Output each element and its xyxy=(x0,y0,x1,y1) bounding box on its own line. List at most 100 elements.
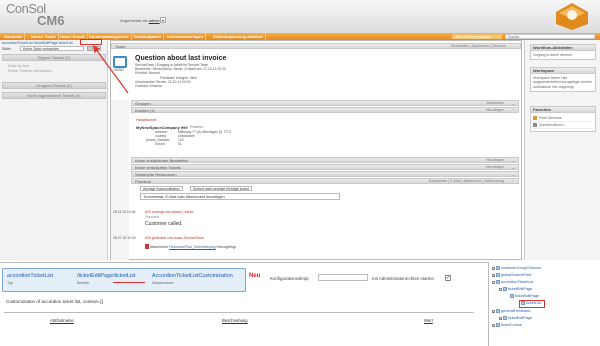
chevron-icon[interactable]: ⌃ xyxy=(512,179,515,184)
linked-tickets-bar[interactable]: Keine verknüpften Tickets Hinzufügen ⌄ xyxy=(131,164,519,170)
tree-expand-icon[interactable]: + xyxy=(492,273,495,277)
widget-icon xyxy=(496,323,500,327)
config-script-select[interactable] xyxy=(318,274,368,281)
favorite-item[interactable]: Question about t... xyxy=(533,122,593,129)
admin-start-checkbox[interactable]: ✓ xyxy=(445,275,451,281)
ticket-id: 100387 xyxy=(113,68,125,72)
unassigned-tickets-header[interactable]: Nicht zugewiesene Tickets (0) xyxy=(2,92,106,99)
chevron-icon[interactable]: ⌃ xyxy=(512,108,515,113)
tree-item[interactable]: − accordionTicketList xyxy=(492,280,533,284)
show-communication-select[interactable]: Anzeige Kommunikation xyxy=(140,186,183,191)
tree-item-label: ticketControl xyxy=(501,323,523,327)
linked-resources-title: Verknüpfte Ressourcen xyxy=(135,172,177,177)
tree-item[interactable]: + globalSearchField xyxy=(492,273,531,277)
ticket-status-icon xyxy=(113,56,127,68)
customer-sector: IA xyxy=(178,142,182,146)
protocol-entry-time: 28.07.15 10:30 xyxy=(113,236,136,240)
customization-class-label: Klassenname xyxy=(152,281,174,285)
add-comment-input[interactable]: Kommentar, E-Mail oder Attachment hinzuf… xyxy=(140,193,340,200)
protocol-bar[interactable]: Protokoll Kommentar | E-Mail | Attachmen… xyxy=(131,178,519,184)
breadcrumb-item[interactable]: ticketList xyxy=(59,41,73,45)
attachment-label: Attachment xyxy=(150,245,169,249)
app-header xyxy=(0,0,600,33)
widget-icon xyxy=(496,309,500,313)
tree-item-label: ticketEditPage xyxy=(515,294,540,298)
customers-section-bar[interactable]: Kunden (1) Hinzufügen ⌃ xyxy=(131,107,519,113)
protocol-entry-type: Standard xyxy=(145,215,159,219)
widget-area-label: Bereich xyxy=(77,281,90,285)
breadcrumb-item[interactable]: accordionTicketList xyxy=(2,41,33,45)
widget-type-label: Typ xyxy=(7,281,13,285)
nav-item-startseite[interactable]: Startseite xyxy=(2,33,26,40)
favorite-label: Peter Streimas xyxy=(539,115,562,120)
ticket-contract: Contract: America xyxy=(135,84,162,88)
customization-breadcrumb: accordionTicketList /ticketEditPage tick… xyxy=(2,41,73,45)
tree-item[interactable]: + ticketEditPage xyxy=(499,316,532,320)
tree-item[interactable]: + generalFeedback xyxy=(492,309,530,313)
table-header-attribute-name[interactable]: Attributname xyxy=(50,318,74,323)
protocol-actions[interactable]: Kommentar | E-Mail | Attachment | Zeitbu… xyxy=(429,179,504,184)
table-header-description[interactable]: Beschreibung xyxy=(222,318,248,323)
tree-item[interactable]: ticketEditPage xyxy=(510,294,539,298)
tree-expand-icon[interactable]: + xyxy=(492,309,495,313)
other-editors-bar[interactable]: Keine zusätzlichen Bearbeiter Hinzufügen… xyxy=(131,157,519,163)
favorites-box: Favoriten Peter Streimas Question about … xyxy=(530,106,596,132)
ticket-section-bar: Ticket Bearbeiten | Duplizieren | Drucke… xyxy=(111,43,521,49)
logged-in-label: Angemeldet als xyxy=(120,18,148,23)
groups-section-bar[interactable]: Gruppen Bearbeiten ⌄ xyxy=(131,100,519,106)
widget-icon xyxy=(503,287,507,291)
protocol-entry-time: 25.11.15 10:48 xyxy=(113,210,136,214)
tree-expand-icon[interactable]: − xyxy=(492,280,495,284)
customer-group-selector[interactable]: Alle Kundengruppen xyxy=(452,34,502,39)
favorite-item[interactable]: Peter Streimas xyxy=(533,115,593,122)
view-select[interactable]: Keine Sicht vorhanden xyxy=(20,46,84,51)
nav-item-document-templates[interactable]: Dokumentvorlagen xyxy=(165,33,207,40)
widget-icon xyxy=(496,273,500,277)
widget-icon xyxy=(496,266,500,270)
workflow-activities-box: Workflow-Aktivitäten Vorgang in Arbeit n… xyxy=(530,44,596,61)
chevron-icon[interactable]: ⌄ xyxy=(512,165,515,170)
ticket-bar-actions[interactable]: Bearbeiten | Duplizieren | Drucken xyxy=(451,44,506,49)
chevron-icon[interactable]: ⌄ xyxy=(512,172,515,177)
highlight-box-ticketlist xyxy=(80,39,102,45)
attachment-file-icon xyxy=(145,244,149,249)
view-edit-button[interactable] xyxy=(87,46,93,51)
nav-item-new-ticket[interactable]: Neues Ticket xyxy=(29,33,59,40)
group-tickets-header[interactable]: Gruppen-Tickets (0) xyxy=(2,82,106,89)
ticket-main-panel xyxy=(110,40,522,260)
attachment-link[interactable]: ResourcePool_Overview.png xyxy=(169,245,215,249)
linked-resources-bar[interactable]: Verknüpfte Ressourcen ⌄ xyxy=(131,171,519,177)
own-tickets-header[interactable]: Eigene Tickets (0) xyxy=(2,54,106,61)
tree-expand-icon[interactable]: + xyxy=(492,323,495,327)
other-editors-title: Keine zusätzlichen Bearbeiter xyxy=(135,158,188,163)
tree-item[interactable]: + customerGroupSelector xyxy=(492,266,541,270)
tree-expand-icon[interactable]: − xyxy=(499,287,502,291)
view-options-button[interactable] xyxy=(95,46,101,51)
customers-add-link[interactable]: Hinzufügen xyxy=(486,108,504,113)
admin-start-label: mit Administratorrechten starten xyxy=(372,276,434,281)
tree-expand-icon[interactable]: + xyxy=(492,266,495,270)
tree-item[interactable]: − ticketEditPage xyxy=(499,287,532,291)
global-search-input[interactable]: Suche xyxy=(505,34,595,39)
widget-icon xyxy=(496,280,500,284)
tree-expand-icon[interactable]: + xyxy=(499,316,502,320)
linked-tickets-add-link[interactable]: Hinzufügen xyxy=(486,165,504,170)
other-editors-add-link[interactable]: Hinzufügen xyxy=(486,158,504,163)
breadcrumb-item[interactable]: /ticketEditPage xyxy=(34,41,58,45)
chevron-icon[interactable]: ⌄ xyxy=(512,101,515,106)
linked-tickets-title: Keine verknüpften Tickets xyxy=(135,165,181,170)
customization-info-box xyxy=(2,268,246,292)
tree-item[interactable]: + ticketControl xyxy=(492,323,522,327)
user-menu-dropdown-icon[interactable]: ▾ xyxy=(160,17,166,23)
logged-in-user-link[interactable]: admin xyxy=(149,18,160,23)
tree-item-label: generalFeedback xyxy=(501,309,531,313)
nav-item-page-customization[interactable]: Seitenanpassung aktiviert xyxy=(211,33,266,40)
user-icon xyxy=(533,116,537,120)
groups-edit-link[interactable]: Bearbeiten xyxy=(487,101,504,106)
chevron-icon[interactable]: ⌄ xyxy=(512,158,515,163)
sort-order-select[interactable]: Sortiert nach neueste Einträge zuerst xyxy=(190,186,252,191)
workflow-activity-item[interactable]: Vorgang in Arbeit nehmen xyxy=(531,51,595,59)
groups-title: Gruppen xyxy=(135,101,151,106)
customer-role: Hauptkunde xyxy=(136,118,157,122)
nav-item-team-tasks[interactable]: Teamaufgaben xyxy=(131,33,164,40)
